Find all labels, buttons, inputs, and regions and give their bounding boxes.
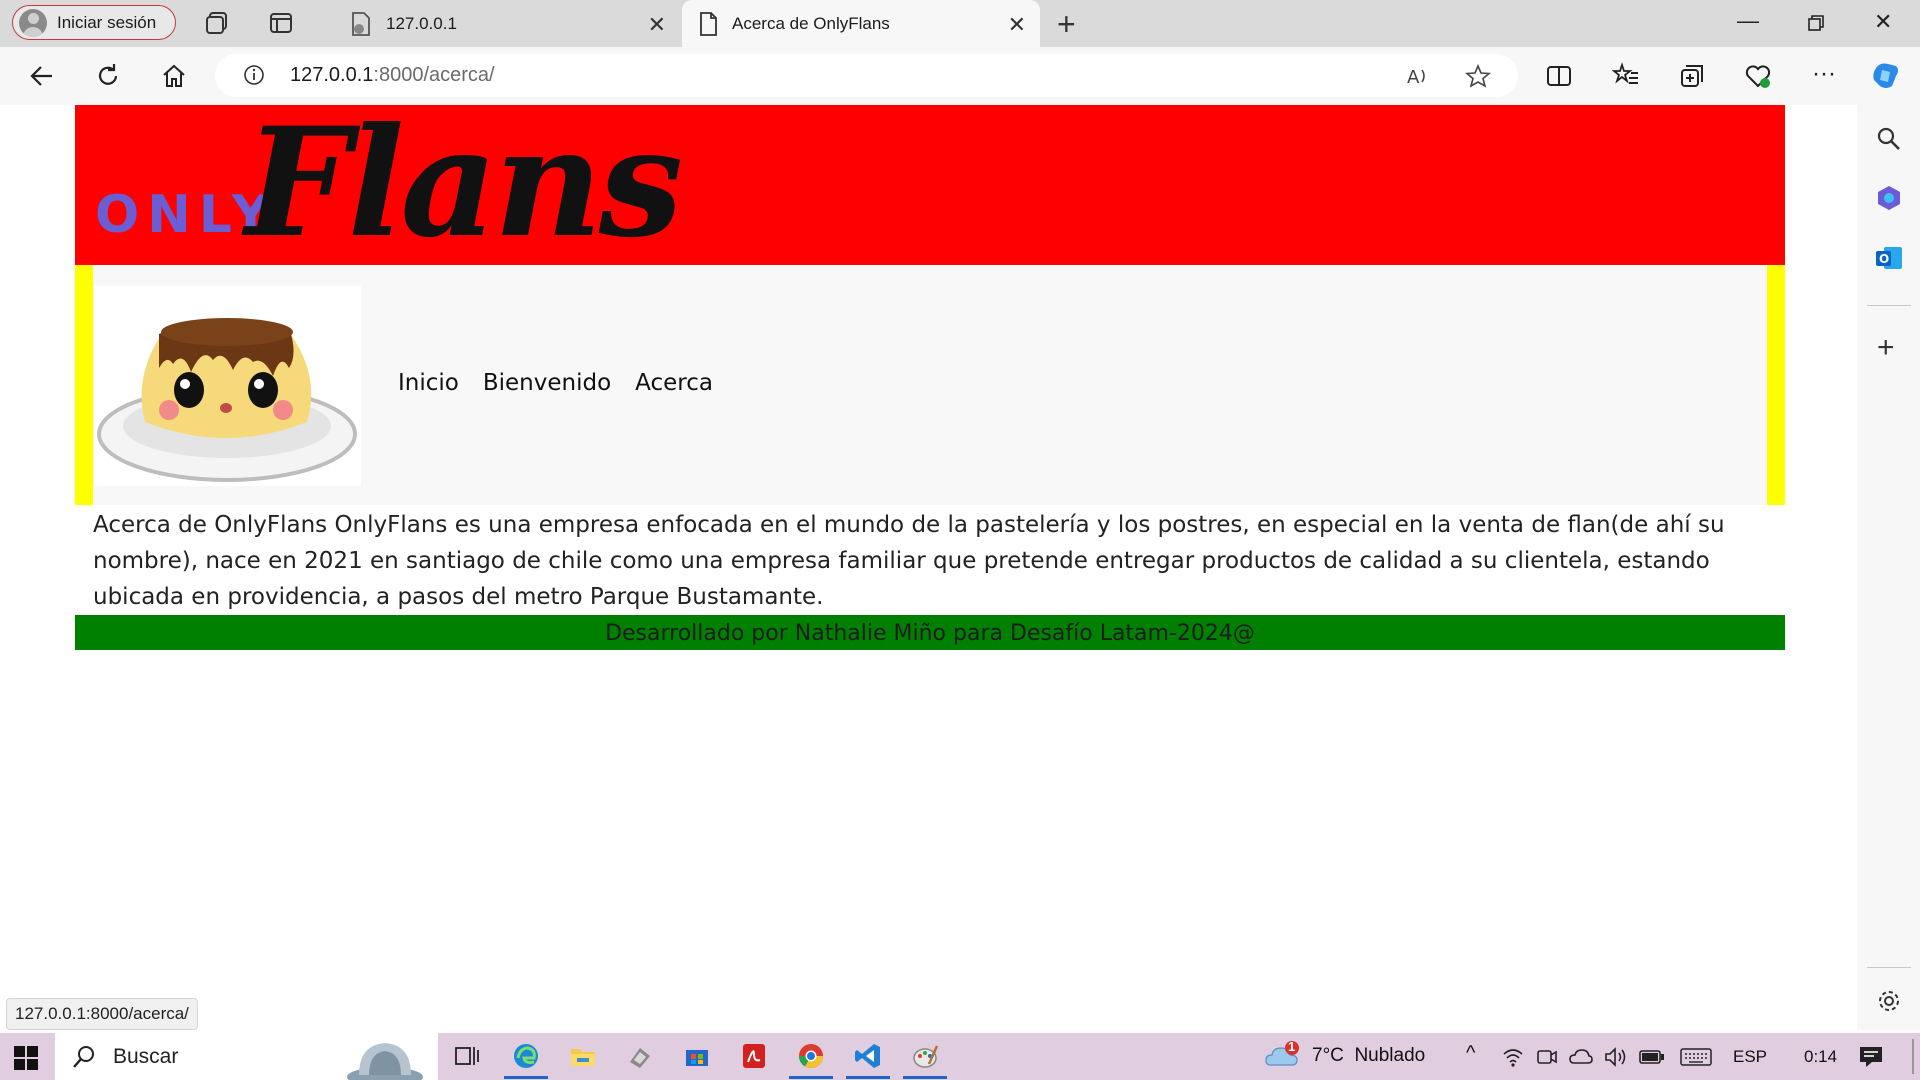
favorites-icon[interactable] <box>1612 62 1640 90</box>
devices-app-icon[interactable] <box>626 1042 654 1070</box>
about-paragraph: Acerca de OnlyFlans OnlyFlans es una emp… <box>93 512 1725 610</box>
chrome-icon[interactable] <box>797 1042 825 1070</box>
weather-text[interactable]: 7°C Nublado <box>1312 1045 1425 1067</box>
copilot-icon[interactable] <box>1870 60 1902 92</box>
back-icon[interactable] <box>28 62 56 90</box>
tab-acerca[interactable]: Acerca de OnlyFlans ✕ <box>682 0 1040 47</box>
page-icon <box>700 11 717 36</box>
notifications-icon[interactable] <box>1858 1045 1884 1069</box>
show-hidden-icons-icon[interactable]: ^ <box>1466 1042 1475 1065</box>
search-label: Buscar <box>113 1044 179 1068</box>
navbar: Inicio Bienvenido Acerca <box>75 265 1785 505</box>
browser-toolbar: 127.0.0.1:8000/acerca/ A ··· <box>0 47 1920 105</box>
avatar-icon <box>19 8 47 37</box>
search-icon <box>73 1045 94 1068</box>
copilot-sidebar-icon[interactable] <box>1874 183 1904 213</box>
file-explorer-icon[interactable] <box>569 1042 597 1070</box>
active-app-indicator <box>504 1076 548 1079</box>
store-icon[interactable] <box>683 1042 711 1070</box>
search-highlight-icon <box>347 1043 423 1080</box>
wifi-icon[interactable] <box>1502 1046 1524 1068</box>
onedrive-icon[interactable] <box>1569 1046 1593 1068</box>
nav-links: Inicio Bienvenido Acerca <box>398 370 713 396</box>
more-options-icon[interactable]: ··· <box>1812 60 1836 88</box>
site-info-icon[interactable] <box>243 64 265 86</box>
keyboard-icon[interactable] <box>1680 1047 1712 1067</box>
refresh-icon[interactable] <box>94 62 122 90</box>
site-header: ONLY Flans <box>75 105 1785 271</box>
flan-logo-image[interactable] <box>93 286 361 486</box>
page-error-icon <box>352 11 370 36</box>
sidebar-divider <box>1867 305 1911 306</box>
task-view-icon[interactable] <box>453 1042 481 1070</box>
language-indicator[interactable]: ESP <box>1733 1047 1767 1067</box>
url-path: :8000/acerca/ <box>373 64 495 86</box>
paint-icon[interactable] <box>911 1042 939 1070</box>
url-text[interactable]: 127.0.0.1:8000/acerca/ <box>290 64 495 87</box>
weather-badge: 1 <box>1288 1039 1296 1054</box>
new-tab-icon[interactable]: + <box>1057 6 1076 43</box>
volume-icon[interactable] <box>1604 1046 1628 1068</box>
workspaces-icon[interactable] <box>204 10 230 36</box>
profile-label: Iniciar sesión <box>57 12 157 32</box>
tab-title: Acerca de OnlyFlans <box>732 13 890 33</box>
site-container: ONLY Flans Inicio Bienvenido Acerca Acer… <box>75 105 1785 650</box>
nav-link-inicio[interactable]: Inicio <box>398 370 459 396</box>
performance-heart-icon[interactable] <box>1744 62 1772 90</box>
read-aloud-icon[interactable]: A <box>1405 64 1431 88</box>
search-icon[interactable] <box>1875 125 1903 153</box>
logo-flans-script: Flans <box>245 105 683 271</box>
tab-title: 127.0.0.1 <box>386 13 457 33</box>
clock-time[interactable]: 0:14 <box>1804 1047 1837 1067</box>
active-app-indicator <box>903 1076 947 1079</box>
taskbar: Buscar 1 7°C Nublado ^ ESP 0:14 <box>0 1033 1920 1080</box>
edge-sidebar: O + <box>1857 105 1920 1030</box>
nav-link-acerca[interactable]: Acerca <box>635 370 713 396</box>
favorite-star-icon[interactable] <box>1465 64 1491 88</box>
split-screen-icon[interactable] <box>1545 62 1573 90</box>
profile-button[interactable]: Iniciar sesión <box>12 5 176 40</box>
outlook-icon[interactable]: O <box>1874 243 1904 273</box>
battery-icon[interactable] <box>1639 1048 1665 1066</box>
site-footer: Desarrollado por Nathalie Miño para Desa… <box>75 615 1785 650</box>
minimize-icon[interactable]: — <box>1737 8 1759 34</box>
nav-link-bienvenido[interactable]: Bienvenido <box>483 370 611 396</box>
settings-gear-icon[interactable] <box>1875 987 1903 1015</box>
sidebar-divider <box>1867 967 1911 968</box>
home-icon[interactable] <box>160 62 188 90</box>
meet-now-icon[interactable] <box>1536 1046 1558 1068</box>
url-host: 127.0.0.1 <box>290 64 374 86</box>
show-desktop-button[interactable] <box>1912 1039 1914 1074</box>
svg-text:O: O <box>1879 252 1889 266</box>
flan-mascot-icon <box>97 318 357 482</box>
pdf-reader-icon[interactable] <box>740 1042 768 1070</box>
windows-start-icon[interactable] <box>14 1046 38 1070</box>
taskbar-search[interactable]: Buscar <box>55 1033 438 1080</box>
edge-taskbar-icon[interactable] <box>512 1042 540 1070</box>
active-app-indicator <box>846 1076 890 1079</box>
close-tab-icon[interactable]: ✕ <box>1008 12 1026 38</box>
browser-tab-strip: Iniciar sesión 127.0.0.1 ✕ Acerca de Onl… <box>0 0 1920 47</box>
restore-icon[interactable] <box>1806 13 1826 33</box>
tab-localhost[interactable]: 127.0.0.1 ✕ <box>334 0 680 47</box>
address-bar[interactable]: 127.0.0.1:8000/acerca/ A <box>215 54 1518 97</box>
active-app-indicator <box>789 1076 833 1079</box>
add-sidebar-app-icon[interactable]: + <box>1877 331 1895 365</box>
svg-text:A: A <box>1407 67 1420 88</box>
tab-actions-icon[interactable] <box>268 10 294 36</box>
page-viewport: ONLY Flans Inicio Bienvenido Acerca Acer… <box>6 105 1854 1030</box>
close-window-icon[interactable]: ✕ <box>1874 9 1892 35</box>
vscode-icon[interactable] <box>854 1042 882 1070</box>
collections-icon[interactable] <box>1678 62 1706 90</box>
status-url-tooltip: 127.0.0.1:8000/acerca/ <box>6 998 198 1030</box>
close-tab-icon[interactable]: ✕ <box>648 12 666 38</box>
